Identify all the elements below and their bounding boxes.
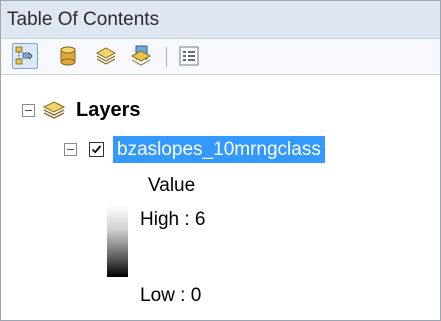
color-ramp-swatch[interactable] <box>107 205 128 277</box>
toc-tree: Layers bzaslopes_10mrngclass Value High … <box>1 75 440 320</box>
list-by-drawing-order-icon <box>15 46 33 65</box>
layers-collapse-toggle[interactable] <box>22 104 35 117</box>
list-by-source-button[interactable] <box>56 44 80 68</box>
window-titlebar: Table Of Contents <box>1 1 440 39</box>
list-by-drawing-order-button[interactable] <box>12 43 38 69</box>
legend-low-label: Low : 0 <box>140 285 202 306</box>
table-of-contents-window: Table Of Contents Layers bzaslopes_10mrn… <box>0 0 441 321</box>
list-by-selection-icon <box>130 45 152 66</box>
list-by-selection-button[interactable] <box>129 44 153 68</box>
window-title: Table Of Contents <box>7 9 160 30</box>
options-button[interactable] <box>177 44 201 68</box>
layer-name-label[interactable]: bzaslopes_10mrngclass <box>113 136 325 163</box>
list-by-source-icon <box>60 46 76 66</box>
layer-collapse-toggle[interactable] <box>64 143 77 156</box>
legend-field-label: Value <box>148 175 196 196</box>
layer-visibility-checkbox[interactable] <box>89 142 104 157</box>
legend-high-label: High : 6 <box>140 209 206 230</box>
checkmark-icon <box>91 145 102 154</box>
list-by-visibility-button[interactable] <box>94 44 118 68</box>
layers-root-label[interactable]: Layers <box>76 99 141 122</box>
options-icon <box>179 46 199 66</box>
toolbar-separator <box>166 47 167 67</box>
list-by-visibility-icon <box>95 47 117 65</box>
toc-toolbar <box>1 39 440 75</box>
layers-icon <box>42 101 66 119</box>
